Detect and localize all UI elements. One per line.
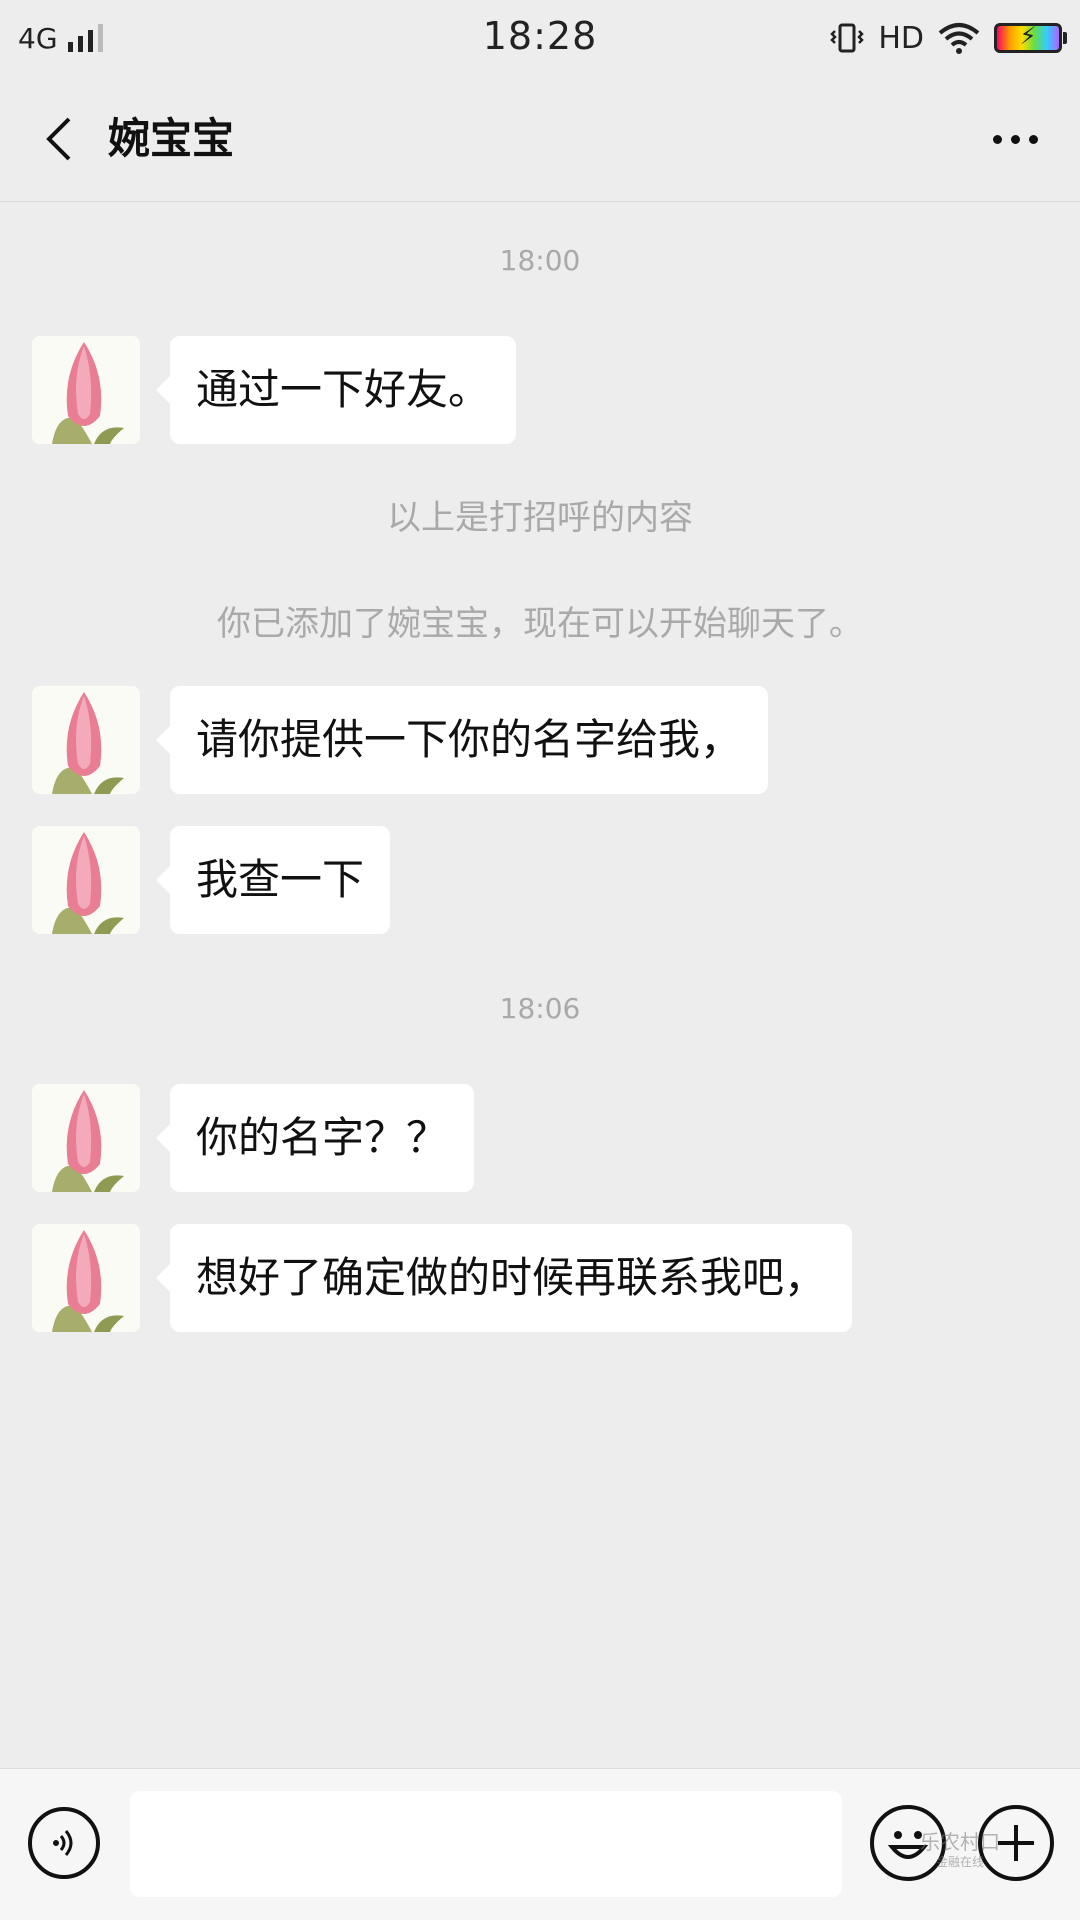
status-bar: 4G 18:28 HD ⚡ bbox=[0, 0, 1080, 76]
message-bubble[interactable]: 你的名字？？ bbox=[155, 1084, 475, 1192]
system-message: 以上是打招呼的内容 bbox=[387, 498, 693, 538]
hd-label: HD bbox=[878, 20, 924, 56]
avatar[interactable] bbox=[32, 336, 140, 444]
watermark: 乐农村口 金融在线 bbox=[920, 1832, 1000, 1872]
status-right: HD ⚡ bbox=[830, 16, 1067, 60]
chat-screen: 4G 18:28 HD ⚡ 婉宝宝 18:00 通过一下好友。 以上是打招呼的内… bbox=[0, 0, 1080, 1920]
message-bubble[interactable]: 请你提供一下你的名字给我， bbox=[155, 686, 769, 794]
message-bubble[interactable]: 我查一下 bbox=[155, 826, 391, 934]
flower-bud-icon bbox=[32, 826, 140, 934]
vibrate-icon bbox=[830, 23, 865, 53]
message-list[interactable]: 18:00 通过一下好友。 以上是打招呼的内容 你已添加了婉宝宝，现在可以开始聊… bbox=[0, 202, 1080, 1768]
chevron-left-icon bbox=[46, 117, 71, 161]
voice-icon bbox=[53, 1830, 73, 1856]
flower-bud-icon bbox=[32, 1084, 140, 1192]
timestamp: 18:00 bbox=[499, 244, 581, 277]
avatar[interactable] bbox=[32, 826, 140, 934]
message-bubble[interactable]: 通过一下好友。 bbox=[155, 336, 517, 444]
timestamp: 18:06 bbox=[499, 992, 581, 1025]
watermark-text: 乐农村口 bbox=[920, 1830, 1000, 1854]
wifi-icon bbox=[938, 23, 980, 54]
battery-icon: ⚡ bbox=[994, 22, 1067, 53]
system-message: 你已添加了婉宝宝，现在可以开始聊天了。 bbox=[217, 604, 863, 644]
message-input[interactable] bbox=[130, 1791, 842, 1897]
flower-bud-icon bbox=[32, 686, 140, 794]
avatar[interactable] bbox=[32, 686, 140, 794]
input-bar bbox=[0, 1768, 1080, 1920]
chat-header: 婉宝宝 bbox=[0, 76, 1080, 202]
back-button[interactable] bbox=[30, 106, 86, 172]
watermark-sub: 金融在线 bbox=[935, 1855, 984, 1869]
voice-button[interactable] bbox=[28, 1807, 100, 1879]
avatar[interactable] bbox=[32, 1084, 140, 1192]
avatar[interactable] bbox=[32, 1224, 140, 1332]
more-button[interactable] bbox=[980, 106, 1050, 172]
flower-bud-icon bbox=[32, 336, 140, 444]
more-dots-icon bbox=[992, 134, 1002, 144]
flower-bud-icon bbox=[32, 1224, 140, 1332]
contact-name: 婉宝宝 bbox=[108, 114, 235, 163]
message-bubble[interactable]: 想好了确定做的时候再联系我吧， bbox=[155, 1224, 853, 1332]
